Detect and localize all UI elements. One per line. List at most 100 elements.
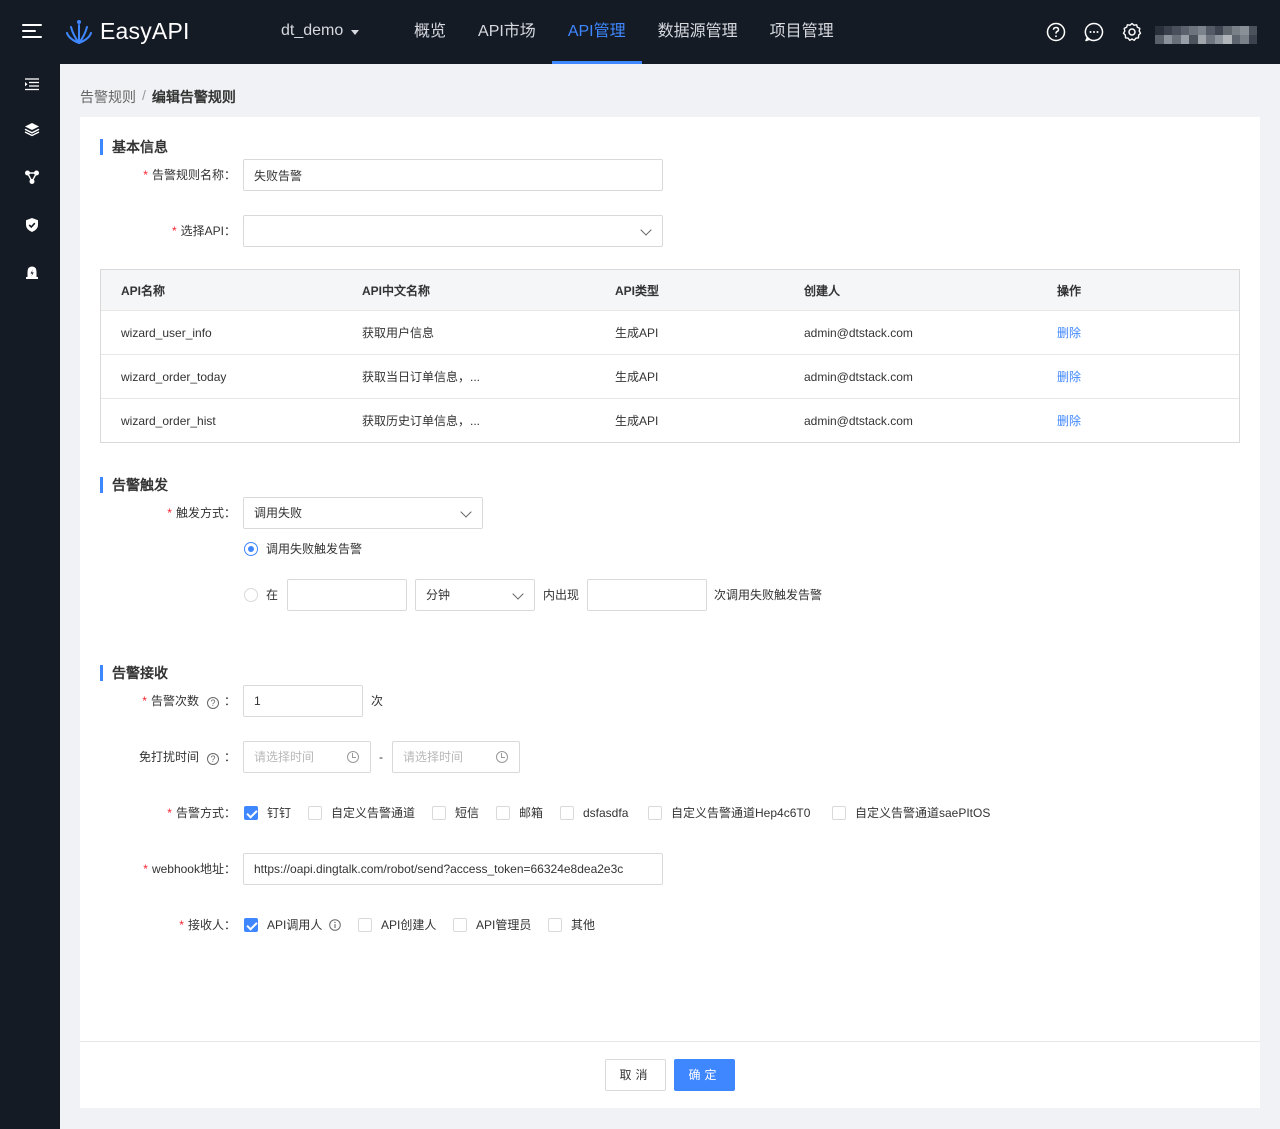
column-header-api-name: API名称 <box>121 283 166 298</box>
method-custom-channel-sae-checkbox[interactable] <box>832 806 846 820</box>
receiver-api-creator-checkbox[interactable] <box>358 918 372 932</box>
trigger-option-threshold-suffix: 次调用失败触发告警 <box>714 588 823 602</box>
nav-datasource-management[interactable]: 数据源管理 <box>642 0 754 64</box>
method-dingtalk-label: 钉钉 <box>267 806 292 820</box>
rule-name-input[interactable] <box>243 159 663 191</box>
user-avatar-mosaic[interactable] <box>1155 26 1257 44</box>
delete-link[interactable]: 删除 <box>1057 370 1081 384</box>
trigger-count-input[interactable] <box>587 579 707 611</box>
shield-check-icon[interactable] <box>24 217 40 233</box>
question-circle-icon[interactable]: ? <box>206 753 219 765</box>
receiver-api-caller-label: API调用人 <box>267 918 323 932</box>
receiver-other-label: 其他 <box>571 918 596 932</box>
trigger-option-threshold-mid: 内出现 <box>543 588 580 602</box>
webhook-url-input[interactable] <box>243 853 663 885</box>
required-mark: * <box>171 224 177 238</box>
network-icon[interactable] <box>24 169 40 185</box>
receiver-label: * 接收人： <box>179 918 236 932</box>
method-dsfasdfa-checkbox[interactable] <box>560 806 574 820</box>
table-header-row: API名称 API中文名称 API类型 创建人 操作 <box>101 270 1239 310</box>
rule-name-label: * 告警规则名称： <box>143 168 236 182</box>
webhook-label-text: webhook地址 <box>151 862 224 876</box>
confirm-button[interactable]: 确定 <box>674 1059 735 1091</box>
table-row: wizard_user_info 获取用户信息 生成API admin@dtst… <box>101 310 1239 354</box>
receiver-api-creator-label: API创建人 <box>381 918 437 932</box>
column-header-api-type: API类型 <box>615 283 660 298</box>
column-header-creator: 创建人 <box>804 283 841 298</box>
cell-api-cn-name: 获取用户信息 <box>362 326 435 340</box>
required-mark: * <box>167 806 172 820</box>
footer-divider <box>80 1041 1260 1042</box>
nav-api-management[interactable]: API管理 <box>551 0 642 64</box>
receiver-api-admin-label: API管理员 <box>476 918 532 932</box>
delete-link[interactable]: 删除 <box>1057 414 1081 428</box>
method-custom-channel-checkbox[interactable] <box>308 806 322 820</box>
method-dsfasdfa-label: dsfasdfa <box>583 806 629 820</box>
help-icon[interactable] <box>1046 22 1066 42</box>
method-custom-channel-hep-checkbox[interactable] <box>648 806 662 820</box>
required-mark: * <box>179 918 184 932</box>
cell-creator: admin@dtstack.com <box>804 369 913 384</box>
trigger-mode-value: 调用失败 <box>254 506 303 520</box>
message-icon[interactable] <box>1084 22 1104 42</box>
section-basic-info-title: 基本信息 <box>100 139 168 155</box>
layers-icon[interactable] <box>24 121 40 137</box>
app-logo[interactable]: EasyAPI <box>66 17 190 45</box>
edit-alarm-form-card: 基本信息 *告警规则名称： *选择API： API名称 API中文名称 API类… <box>80 117 1260 1108</box>
cell-api-name: wizard_order_today <box>121 369 227 384</box>
column-header-api-cn-name: API中文名称 <box>362 283 431 298</box>
project-selector[interactable]: dt_demo <box>281 22 360 40</box>
trigger-minutes-input[interactable] <box>287 579 407 611</box>
question-circle-icon[interactable]: ? <box>206 697 219 709</box>
receiver-other-checkbox[interactable] <box>548 918 562 932</box>
settings-icon[interactable] <box>1122 22 1142 42</box>
alarm-count-label: * 告警次数?： <box>142 694 236 709</box>
select-api-dropdown[interactable] <box>243 215 663 247</box>
required-mark: * <box>143 862 148 876</box>
trigger-mode-dropdown[interactable]: 调用失败 <box>243 497 483 529</box>
trigger-option-threshold-radio[interactable] <box>244 588 258 602</box>
alarm-count-unit: 次 <box>371 694 384 708</box>
trigger-option-on-failure-radio[interactable] <box>244 542 258 556</box>
receiver-api-caller-checkbox[interactable] <box>244 918 258 932</box>
cell-creator: admin@dtstack.com <box>804 325 913 340</box>
menu-icon[interactable] <box>22 24 42 40</box>
info-circle-icon[interactable] <box>329 919 341 931</box>
method-email-checkbox[interactable] <box>496 806 510 820</box>
top-nav-bar: EasyAPI dt_demo 概览 API市场 API管理 数据源管理 项目管… <box>0 0 1280 64</box>
alarm-method-label: * 告警方式： <box>167 806 236 820</box>
cell-api-name: wizard_order_hist <box>121 413 216 428</box>
breadcrumb-parent[interactable]: 告警规则 <box>80 87 136 107</box>
nav-overview[interactable]: 概览 <box>398 0 462 64</box>
nav-api-market[interactable]: API市场 <box>462 0 552 64</box>
api-table: API名称 API中文名称 API类型 创建人 操作 wizard_user_i… <box>100 269 1240 443</box>
section-receive-title: 告警接收 <box>100 665 168 681</box>
quiet-time-label: 免打扰时间?： <box>138 750 236 765</box>
method-sms-checkbox[interactable] <box>432 806 446 820</box>
trigger-option-on-failure-label: 调用失败触发告警 <box>266 542 363 556</box>
method-email-label: 邮箱 <box>519 806 544 820</box>
alarm-method-label-text: 告警方式 <box>175 806 224 820</box>
clock-icon <box>496 751 508 763</box>
nav-project-management[interactable]: 项目管理 <box>754 0 850 64</box>
cancel-button[interactable]: 取消 <box>605 1059 666 1091</box>
receiver-api-admin-checkbox[interactable] <box>453 918 467 932</box>
select-api-label-text: 选择API <box>180 224 224 238</box>
alarm-bell-icon[interactable] <box>24 265 40 281</box>
method-custom-channel-hep-label: 自定义告警通道Hep4c6T0 <box>671 806 811 820</box>
receiver-label-text: 接收人 <box>187 918 224 932</box>
app-name: EasyAPI <box>100 17 190 44</box>
section-trigger-title: 告警触发 <box>100 477 168 493</box>
menu-list-icon[interactable] <box>24 76 40 92</box>
delete-link[interactable]: 删除 <box>1057 326 1081 340</box>
breadcrumb: 告警规则 / 编辑告警规则 <box>80 87 236 107</box>
method-dingtalk-checkbox[interactable] <box>244 806 258 820</box>
time-unit-dropdown[interactable]: 分钟 <box>415 579 535 611</box>
alarm-count-input[interactable] <box>243 685 363 717</box>
select-api-label: * 选择API： <box>171 224 236 238</box>
cell-api-type: 生成API <box>615 414 659 428</box>
quiet-time-label-text: 免打扰时间 <box>138 750 199 764</box>
breadcrumb-current: 编辑告警规则 <box>151 89 236 105</box>
table-row: wizard_order_today 获取当日订单信息，... 生成API ad… <box>101 354 1239 398</box>
trigger-mode-label-text: 触发方式 <box>175 506 224 520</box>
